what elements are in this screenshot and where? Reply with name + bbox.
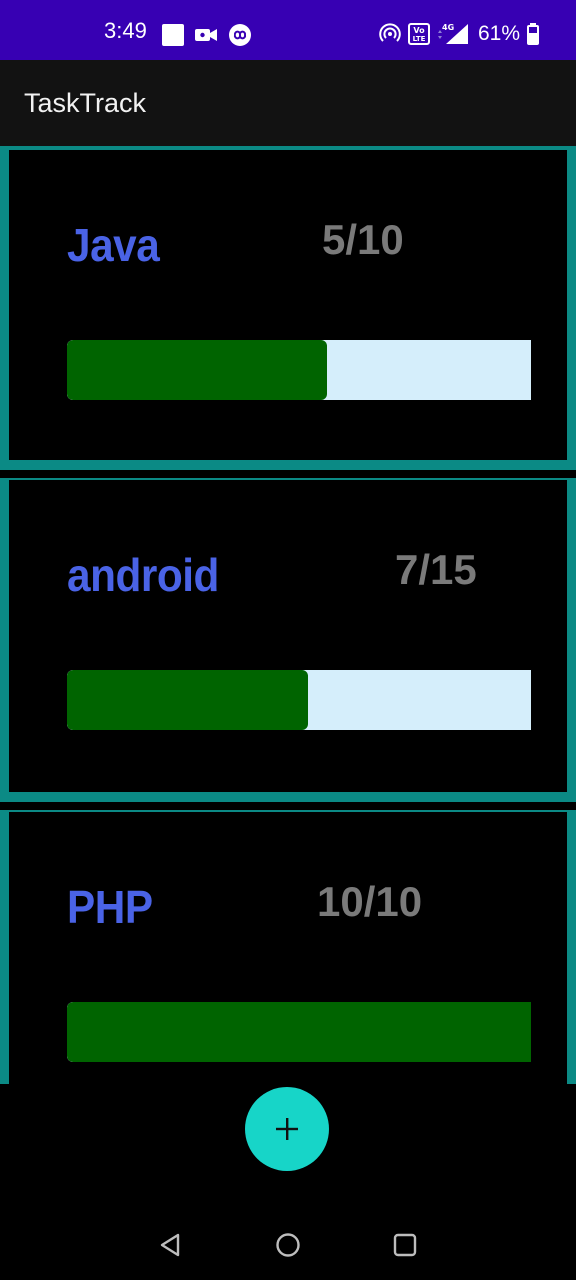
square-notification-icon — [162, 24, 184, 46]
hotspot-icon — [379, 23, 401, 42]
battery-icon — [527, 23, 540, 45]
sync-loop-icon — [229, 24, 251, 46]
app-title: TaskTrack — [24, 88, 147, 118]
home-button[interactable] — [273, 1230, 303, 1260]
add-task-button[interactable] — [245, 1087, 329, 1171]
task-card[interactable]: PHP 10/10 — [0, 810, 576, 1084]
progress-fill — [67, 1002, 531, 1062]
svg-text:Vo: Vo — [413, 26, 425, 35]
svg-text:LTE: LTE — [413, 35, 426, 43]
back-button[interactable] — [156, 1230, 186, 1260]
task-card[interactable]: android 7/15 — [0, 478, 576, 802]
task-count: 10/10 — [317, 878, 423, 925]
progress-fill — [67, 670, 309, 730]
video-camera-icon — [195, 29, 217, 41]
status-icons-left — [162, 23, 252, 47]
task-count: 7/15 — [395, 546, 477, 593]
progress-fill — [67, 340, 327, 400]
task-name: Java — [67, 219, 160, 271]
task-card[interactable]: Java 5/10 — [0, 146, 576, 470]
system-nav-bar — [0, 1210, 576, 1280]
svg-text:4G: 4G — [442, 23, 454, 32]
volte-icon: Vo LTE — [408, 23, 430, 45]
battery-percent: 61% — [478, 22, 521, 45]
task-name: android — [67, 549, 219, 601]
plus-icon — [276, 1118, 298, 1140]
progress-bar — [67, 340, 531, 400]
status-bar: 3:49 Vo LTE 4G 61% — [0, 0, 576, 60]
recents-button[interactable] — [390, 1230, 420, 1260]
back-icon — [160, 1233, 180, 1257]
status-time: 3:49 — [104, 18, 147, 43]
progress-bar — [67, 670, 531, 730]
status-icons-right: Vo LTE 4G 61% — [378, 22, 540, 46]
4g-signal-icon: 4G — [438, 23, 468, 44]
home-icon — [276, 1233, 300, 1257]
task-name: PHP — [67, 881, 153, 933]
task-count: 5/10 — [322, 216, 404, 263]
app-bar: TaskTrack — [0, 60, 576, 146]
progress-bar — [67, 1002, 531, 1062]
screen: 3:49 Vo LTE 4G 61% TaskTrack Java 5/10 a… — [0, 0, 576, 1280]
recents-icon — [393, 1233, 417, 1257]
